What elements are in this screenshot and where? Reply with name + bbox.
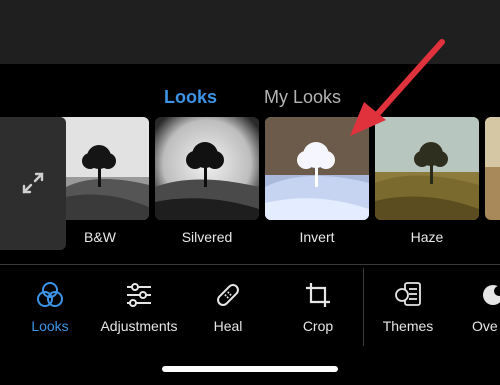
top-bar: [0, 0, 500, 64]
look-label-bw: B&W: [84, 229, 116, 245]
home-indicator: [162, 366, 338, 372]
nav-label-overlays: Ove: [472, 318, 498, 334]
look-thumbnail-bw[interactable]: [66, 117, 149, 220]
nav-overlays[interactable]: Ove: [457, 280, 500, 334]
nav-label-themes: Themes: [382, 318, 434, 334]
look-thumbnail-silvered[interactable]: [155, 117, 259, 220]
divider-vertical: [363, 268, 364, 346]
look-thumbnail-next[interactable]: [485, 117, 500, 220]
nav-crop[interactable]: Crop: [276, 280, 360, 334]
nav-label-heal: Heal: [213, 318, 243, 334]
tab-my-looks[interactable]: My Looks: [264, 85, 341, 109]
sliders-icon: [127, 283, 151, 307]
bandage-icon: [217, 284, 239, 306]
expand-icon: [22, 172, 44, 194]
divider: [0, 264, 500, 265]
look-thumbnail-haze[interactable]: [375, 117, 479, 220]
nav-heal[interactable]: Heal: [186, 280, 270, 334]
nav-adjustments[interactable]: Adjustments: [97, 280, 181, 334]
overlays-icon: [483, 285, 500, 305]
nav-label-adjustments: Adjustments: [100, 318, 178, 334]
nav-looks[interactable]: Looks: [8, 280, 92, 334]
look-label-invert: Invert: [299, 229, 335, 245]
tab-looks[interactable]: Looks: [164, 85, 217, 109]
three-circles-icon: [37, 282, 63, 307]
look-label-haze: Haze: [410, 229, 444, 245]
crop-icon: [306, 283, 330, 307]
nav-themes[interactable]: Themes: [366, 280, 450, 334]
themes-icon: [395, 282, 421, 306]
look-label-silvered: Silvered: [181, 229, 233, 245]
nav-label-crop: Crop: [302, 318, 334, 334]
look-thumbnail-invert[interactable]: [265, 117, 369, 220]
nav-label-looks: Looks: [31, 318, 69, 334]
